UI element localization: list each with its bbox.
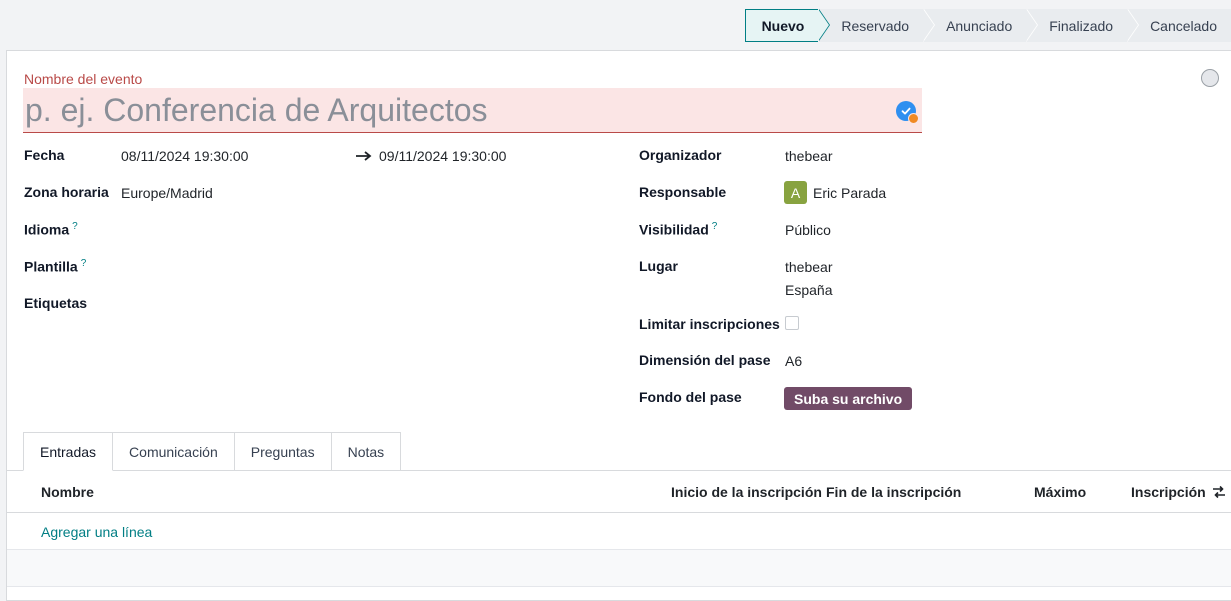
add-line-link[interactable]: Agregar una línea — [41, 524, 152, 540]
lugar-label: Lugar — [639, 258, 678, 274]
fondo-label: Fondo del pase — [639, 389, 742, 405]
tab-preguntas[interactable]: Preguntas — [234, 432, 332, 471]
lugar-line2: España — [785, 282, 833, 298]
lugar-line1[interactable]: thebear — [785, 259, 832, 275]
tab-notas[interactable]: Notas — [331, 432, 402, 471]
check-circle-icon[interactable] — [896, 101, 919, 124]
etiquetas-input[interactable] — [121, 295, 601, 313]
form-sheet: Nombre del evento Fecha 08/11/2024 19:30… — [6, 50, 1231, 601]
limitar-checkbox[interactable] — [785, 316, 799, 330]
plantilla-field: Plantilla? — [24, 258, 86, 275]
fecha-field: Fecha — [24, 147, 64, 163]
fecha-start-input[interactable]: 08/11/2024 19:30:00 — [121, 148, 248, 164]
tab-comunicacion[interactable]: Comunicación — [113, 432, 235, 471]
stage-finalizado[interactable]: Finalizado — [1027, 9, 1139, 42]
idioma-field: Idioma? — [24, 221, 78, 238]
event-name-input[interactable] — [23, 91, 883, 129]
fondo-field: Fondo del pase — [639, 389, 742, 405]
stage-nuevo[interactable]: Nuevo — [744, 9, 831, 42]
idioma-label-text: Idioma — [24, 221, 70, 238]
event-name-label: Nombre del evento — [24, 71, 143, 87]
limitar-field: Limitar inscripciones — [639, 316, 780, 332]
help-mark[interactable]: ? — [712, 221, 718, 232]
upload-button[interactable]: Suba su archivo — [784, 387, 913, 410]
idioma-label: Idioma? — [24, 221, 78, 238]
organizador-select[interactable]: thebear — [785, 148, 832, 164]
stage-cancelado[interactable]: Cancelado — [1128, 9, 1231, 42]
plantilla-input[interactable] — [121, 258, 601, 276]
event-name-field — [23, 88, 922, 133]
dimension-field: Dimensión del pase — [639, 352, 770, 368]
etiquetas-label: Etiquetas — [24, 295, 88, 311]
help-mark[interactable]: ? — [72, 221, 78, 232]
column-inicio[interactable]: Inicio de la inscripción — [671, 484, 822, 500]
avatar[interactable]: A — [784, 181, 807, 204]
status-bar: Nuevo Reservado Anunciado Finalizado Can… — [744, 9, 1231, 42]
column-inscripcion[interactable]: Inscripción — [1131, 484, 1206, 500]
column-nombre[interactable]: Nombre — [41, 484, 94, 500]
notebook-tabs: Entradas Comunicación Preguntas Notas — [23, 432, 402, 471]
stage-anunciado[interactable]: Anunciado — [924, 9, 1039, 42]
visibilidad-field: Visibilidad? — [639, 221, 717, 238]
responsable-select[interactable]: Eric Parada — [813, 185, 886, 201]
column-maximo[interactable]: Máximo — [1034, 484, 1086, 500]
dimension-label: Dimensión del pase — [639, 352, 771, 368]
responsable-field: Responsable — [639, 184, 726, 200]
table-header: Nombre Inicio de la inscripción Fin de l… — [7, 471, 1231, 513]
visibilidad-label: Visibilidad? — [639, 221, 717, 238]
fecha-label: Fecha — [24, 147, 65, 163]
kanban-state-icon[interactable] — [1201, 69, 1219, 87]
responsable-label: Responsable — [639, 184, 727, 200]
arrow-right-icon — [356, 151, 372, 161]
tab-entradas[interactable]: Entradas — [23, 432, 114, 471]
lugar-field: Lugar — [639, 258, 678, 274]
stage-reservado[interactable]: Reservado — [819, 9, 935, 42]
zona-label: Zona horaria — [24, 184, 109, 200]
fecha-end-input[interactable]: 09/11/2024 19:30:00 — [379, 148, 506, 164]
zona-select[interactable]: Europe/Madrid — [121, 185, 213, 201]
column-fin[interactable]: Fin de la inscripción — [826, 484, 961, 500]
visibilidad-select[interactable]: Público — [785, 222, 831, 238]
plantilla-label-text: Plantilla — [24, 258, 78, 275]
organizador-field: Organizador — [639, 147, 721, 163]
plantilla-label: Plantilla? — [24, 258, 86, 275]
column-settings-icon[interactable] — [1212, 485, 1226, 499]
idioma-input[interactable] — [121, 221, 601, 239]
help-mark[interactable]: ? — [81, 258, 87, 269]
zona-field: Zona horaria — [24, 184, 109, 200]
etiquetas-field: Etiquetas — [24, 295, 87, 311]
visibilidad-label-text: Visibilidad — [639, 221, 709, 238]
table-row — [7, 549, 1231, 587]
dimension-select[interactable]: A6 — [785, 353, 802, 369]
limitar-label: Limitar inscripciones — [639, 316, 780, 332]
organizador-label: Organizador — [639, 147, 722, 163]
